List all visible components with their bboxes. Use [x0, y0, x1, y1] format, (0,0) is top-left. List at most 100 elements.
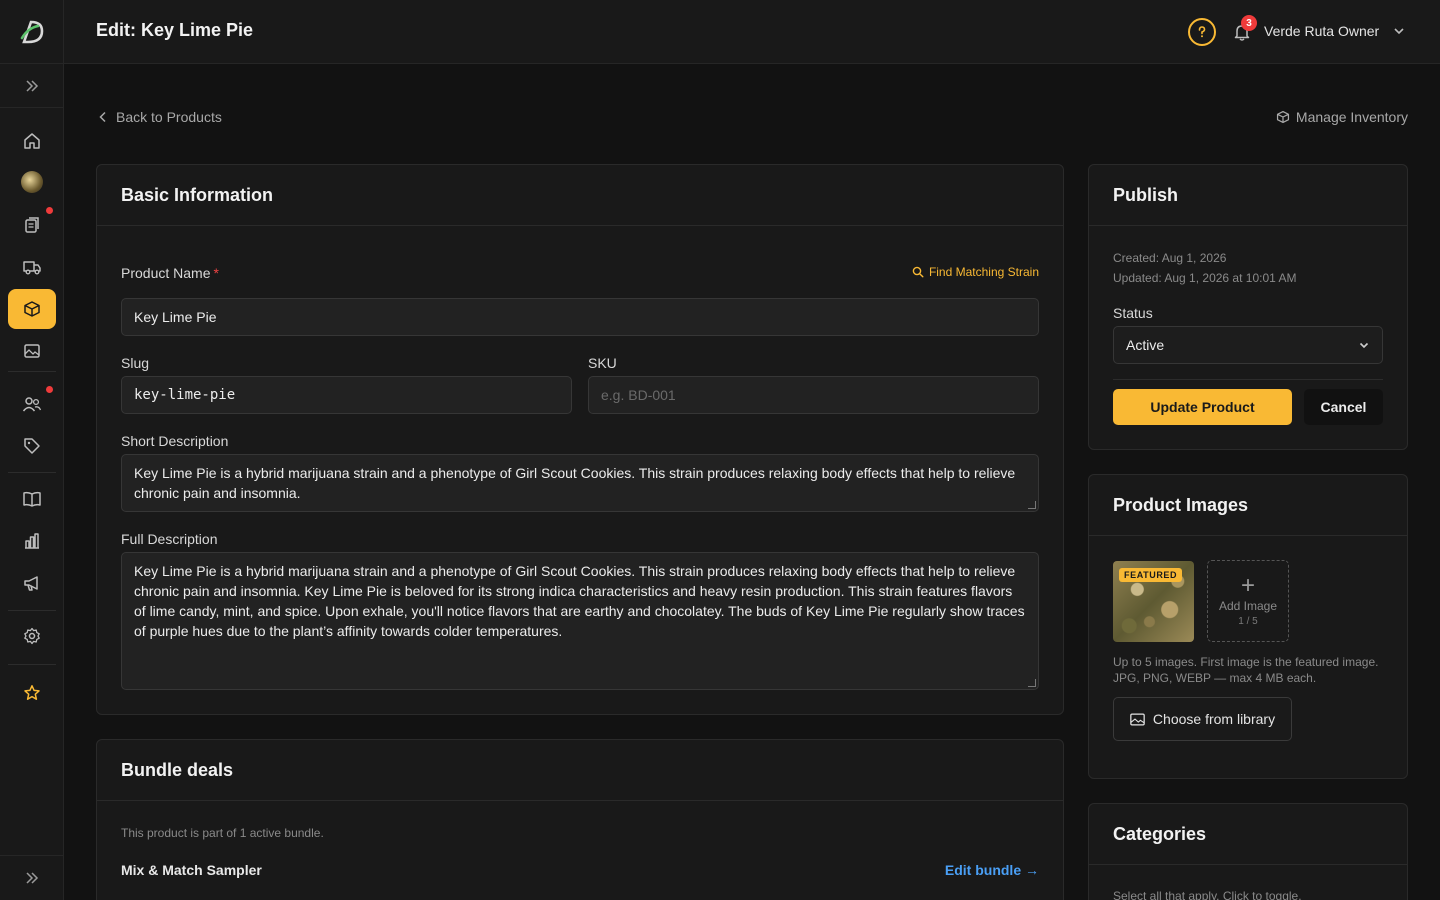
customers-alert-dot [46, 386, 53, 393]
slug-label: Slug [121, 355, 150, 371]
resize-handle[interactable] [1028, 679, 1036, 687]
megaphone-icon [24, 576, 38, 591]
user-menu-name[interactable]: Verde Ruta Owner [1264, 23, 1379, 39]
sidebar-divider [8, 371, 56, 372]
sidebar-item-analytics[interactable] [8, 521, 56, 561]
question-icon [1198, 26, 1206, 38]
logo[interactable] [0, 0, 63, 64]
status-label: Status [1113, 305, 1153, 321]
sidebar [0, 0, 64, 900]
image-count: 1 / 5 [1238, 616, 1258, 627]
slug-input[interactable]: key-lime-pie [121, 376, 572, 414]
page-title: Edit: Key Lime Pie [96, 20, 254, 40]
status-select[interactable]: Active [1113, 326, 1383, 364]
help-button[interactable] [1188, 18, 1216, 46]
card-title: Product Images [1089, 475, 1407, 536]
sidebar-item-settings[interactable] [8, 616, 56, 656]
box-icon [1276, 110, 1289, 124]
box-icon [24, 301, 40, 317]
sidebar-item-favorites[interactable] [8, 673, 56, 713]
sidebar-divider [8, 664, 56, 665]
sidebar-divider [8, 472, 56, 473]
full-description-textarea[interactable]: Key Lime Pie is a hybrid marijuana strai… [121, 552, 1039, 690]
product-name-label: Product Name * [121, 265, 219, 281]
sidebar-item-catalog[interactable] [8, 479, 56, 519]
app-root: Edit: Key Lime Pie 3 Verde Ruta Owner Ba… [0, 0, 1440, 900]
sidebar-expand-button[interactable] [0, 64, 63, 108]
tag-icon [24, 438, 40, 454]
short-description-text: Key Lime Pie is a hybrid marijuana strai… [134, 465, 1016, 501]
add-image-label: Add Image [1218, 599, 1278, 613]
product-images-card: Product Images FEATURED + Add Image 1 / … [1088, 474, 1408, 779]
sidebar-item-delivery[interactable] [8, 247, 56, 287]
updated-date: Updated: Aug 1, 2026 at 10:01 AM [1113, 271, 1297, 285]
clipboard-icon [25, 217, 39, 233]
manage-inventory-link[interactable]: Manage Inventory [1276, 109, 1408, 125]
full-description-label: Full Description [121, 531, 218, 547]
find-matching-strain-label: Find Matching Strain [928, 265, 1039, 279]
chevron-left-icon [99, 111, 106, 123]
edit-bundle-link[interactable]: Edit bundle → [945, 862, 1039, 878]
bundle-deals-card: Bundle deals This product is part of 1 a… [96, 739, 1064, 900]
bar-chart-icon [25, 533, 39, 549]
product-name-input[interactable]: Key Lime Pie [121, 298, 1039, 336]
sidebar-collapse-toggle[interactable] [0, 855, 64, 900]
card-title: Categories [1089, 804, 1407, 865]
book-open-icon [23, 491, 41, 507]
status-selected-value: Active [1126, 337, 1165, 353]
notification-count-badge: 3 [1241, 15, 1257, 31]
add-image-button[interactable]: + Add Image 1 / 5 [1207, 560, 1289, 642]
user-menu-chevron[interactable] [1392, 24, 1406, 43]
back-to-products-link[interactable]: Back to Products [98, 109, 222, 125]
product-image-thumbnail[interactable]: FEATURED [1113, 561, 1194, 642]
store-avatar [21, 171, 43, 193]
back-link-label: Back to Products [116, 109, 222, 125]
bundle-note: This product is part of 1 active bundle. [121, 826, 324, 840]
sidebar-item-store[interactable] [8, 162, 56, 202]
chevron-down-icon [1359, 342, 1369, 349]
update-product-button[interactable]: Update Product [1113, 389, 1292, 425]
choose-from-library-label: Choose from library [1152, 711, 1276, 727]
home-icon [24, 133, 40, 149]
created-date: Created: Aug 1, 2026 [1113, 251, 1227, 265]
users-icon [22, 397, 42, 412]
sidebar-item-media[interactable] [8, 331, 56, 371]
star-icon [24, 685, 40, 700]
categories-card: Categories Select all that apply. Click … [1088, 803, 1408, 900]
resize-handle[interactable] [1028, 501, 1036, 509]
publish-divider [1113, 379, 1383, 380]
categories-note: Select all that apply. Click to toggle. [1113, 889, 1302, 900]
sidebar-item-products[interactable] [8, 289, 56, 329]
required-marker: * [213, 265, 219, 281]
card-title: Bundle deals [97, 740, 1063, 801]
publish-card: Publish Created: Aug 1, 2026 Updated: Au… [1088, 164, 1408, 450]
cancel-button[interactable]: Cancel [1304, 389, 1383, 425]
orders-alert-dot [46, 207, 53, 214]
full-description-text: Key Lime Pie is a hybrid marijuana strai… [134, 563, 1025, 639]
card-title: Publish [1089, 165, 1407, 226]
brand-logo-icon [20, 20, 43, 43]
plus-icon: + [1240, 572, 1255, 599]
short-description-textarea[interactable]: Key Lime Pie is a hybrid marijuana strai… [121, 454, 1039, 512]
sidebar-item-home[interactable] [8, 121, 56, 161]
chevron-down-icon [1394, 28, 1404, 35]
featured-badge: FEATURED [1119, 568, 1183, 582]
short-description-label: Short Description [121, 433, 229, 449]
truck-icon [23, 261, 41, 275]
sidebar-divider [8, 610, 56, 611]
sku-label: SKU [588, 355, 617, 371]
card-title: Basic Information [97, 165, 1063, 226]
double-chevron-right-icon [26, 872, 39, 884]
sku-input[interactable]: e.g. BD-001 [588, 376, 1039, 414]
sidebar-item-promotions[interactable] [8, 426, 56, 466]
find-matching-strain-link[interactable]: Find Matching Strain [912, 265, 1039, 279]
image-icon [24, 344, 40, 358]
double-chevron-right-icon [25, 79, 38, 92]
image-help-text: Up to 5 images. First image is the featu… [1113, 655, 1379, 685]
sidebar-item-marketing[interactable] [8, 563, 56, 603]
top-header: Edit: Key Lime Pie 3 Verde Ruta Owner [64, 0, 1440, 64]
bundle-name: Mix & Match Sampler [121, 862, 262, 878]
image-icon [1130, 712, 1145, 726]
manage-inventory-label: Manage Inventory [1295, 109, 1408, 125]
choose-from-library-button[interactable]: Choose from library [1113, 697, 1292, 741]
